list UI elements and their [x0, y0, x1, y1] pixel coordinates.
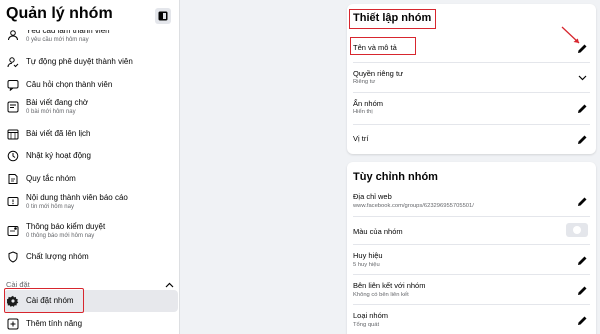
affiliations-label: Bên liên kết với nhóm: [353, 281, 426, 290]
pencil-icon[interactable]: [575, 194, 589, 208]
sidebar-item-sub: 0 bài mới hôm nay: [26, 109, 76, 115]
highlight-box-group-settings: [4, 288, 84, 313]
pencil-icon[interactable]: [575, 132, 589, 146]
sidebar-item-label: Tự động phê duyệt thành viên: [26, 57, 133, 66]
rules-icon: [6, 172, 20, 186]
sidebar-item-label: Bài viết đã lên lịch: [26, 129, 91, 138]
affiliations-row[interactable]: Bên liên kết với nhóm Không có bên liên …: [347, 275, 596, 303]
group-type-label: Loại nhóm: [353, 311, 389, 320]
sidebar-item-label: Câu hỏi chọn thành viên: [26, 80, 113, 89]
group-color-row[interactable]: Màu của nhóm: [347, 217, 596, 243]
hide-group-value: Hiển thị: [353, 109, 373, 115]
sidebar-item-member-questions[interactable]: Câu hỏi chọn thành viên: [6, 78, 174, 92]
badges-row[interactable]: Huy hiệu 5 huy hiệu: [347, 245, 596, 273]
sidebar-item-label: Nhật ký hoạt động: [26, 151, 91, 160]
sidebar-item-moderation-alerts[interactable]: Thông báo kiểm duyệt 0 thông báo mới hôm…: [6, 222, 174, 240]
name-description-row[interactable]: Tên và mô tả: [347, 34, 596, 60]
report-icon: [6, 195, 20, 209]
question-icon: [6, 78, 20, 92]
customize-group-title: Tùy chỉnh nhóm: [353, 171, 438, 183]
privacy-label: Quyền riêng tư: [353, 69, 404, 78]
pencil-icon[interactable]: [575, 101, 589, 115]
sidebar-item-activity-log[interactable]: Nhật ký hoạt động: [6, 149, 174, 163]
pencil-icon[interactable]: [575, 253, 589, 267]
group-settings-card: Thiết lập nhóm Tên và mô tả Quyền riêng …: [347, 4, 596, 154]
badges-value: 5 huy hiệu: [353, 262, 380, 268]
group-type-value: Tổng quát: [353, 322, 380, 328]
sidebar-item-label: Thêm tính năng: [26, 319, 83, 328]
privacy-row[interactable]: Quyền riêng tư Riêng tư: [347, 63, 596, 91]
sidebar-item-sub: 0 thông báo mới hôm nay: [26, 233, 95, 239]
location-row[interactable]: Vị trí: [347, 125, 596, 151]
sidebar-header: Quản lý nhóm: [0, 0, 179, 30]
web-address-value: www.facebook.com/groups/623296955705501/: [353, 203, 474, 209]
sidebar-item-sub: 0 yêu cầu mới hôm nay: [26, 37, 89, 43]
add-features-icon: [6, 317, 20, 331]
sidebar-item-label: Chất lượng nhóm: [26, 252, 89, 261]
color-swatch[interactable]: [566, 223, 588, 237]
sidebar-title: Quản lý nhóm: [6, 5, 113, 22]
hide-group-label: Ẩn nhóm: [353, 99, 384, 108]
sidebar-item-label: Nội dung thành viên báo cáo: [26, 193, 128, 202]
sidebar-item-label: Thông báo kiểm duyệt: [26, 222, 106, 231]
highlight-box-title: [349, 9, 436, 29]
sidebar: Yêu cầu làm thành viên 0 yêu cầu mới hôm…: [0, 0, 180, 334]
quality-icon: [6, 250, 20, 264]
sidebar-item-label: Quy tắc nhóm: [26, 174, 76, 183]
badges-label: Huy hiệu: [353, 251, 383, 260]
sidebar-item-group-quality[interactable]: Chất lượng nhóm: [6, 250, 174, 264]
hide-group-row[interactable]: Ẩn nhóm Hiển thị: [347, 93, 596, 123]
auto-approve-icon: [6, 55, 20, 69]
sidebar-item-add-features[interactable]: Thêm tính năng: [6, 317, 174, 331]
customize-group-card: Tùy chỉnh nhóm Địa chỉ web www.facebook.…: [347, 162, 596, 334]
collapse-sidebar-icon[interactable]: [155, 8, 171, 24]
highlight-box-name-description: [350, 37, 416, 55]
affiliations-value: Không có bên liên kết: [353, 292, 409, 298]
sidebar-item-pending-posts[interactable]: Bài viết đang chờ 0 bài mới hôm nay: [6, 98, 174, 116]
sidebar-item-member-reported[interactable]: Nội dung thành viên báo cáo 0 tin mới hô…: [6, 193, 174, 211]
sidebar-item-sub: 0 tin mới hôm nay: [26, 204, 74, 210]
privacy-value: Riêng tư: [353, 79, 376, 85]
pencil-icon[interactable]: [575, 313, 589, 327]
pencil-icon[interactable]: [575, 283, 589, 297]
activity-log-icon: [6, 149, 20, 163]
group-color-label: Màu của nhóm: [353, 227, 403, 236]
chevron-down-icon[interactable]: [575, 71, 589, 85]
web-address-row[interactable]: Địa chỉ web www.facebook.com/groups/6232…: [347, 187, 596, 215]
sidebar-item-label: Bài viết đang chờ: [26, 98, 89, 107]
group-type-row[interactable]: Loại nhóm Tổng quát: [347, 305, 596, 333]
sidebar-item-auto-approve[interactable]: Tự động phê duyệt thành viên: [6, 55, 174, 69]
web-address-label: Địa chỉ web: [353, 192, 392, 201]
sidebar-item-scheduled-posts[interactable]: Bài viết đã lên lịch: [6, 127, 174, 141]
annotation-arrow: [561, 26, 580, 44]
pending-posts-icon: [6, 100, 20, 114]
moderation-alert-icon: [6, 224, 20, 238]
sidebar-item-group-rules[interactable]: Quy tắc nhóm: [6, 172, 174, 186]
color-dot: [573, 226, 581, 234]
member-request-icon: [6, 28, 20, 42]
calendar-icon: [6, 127, 20, 141]
location-label: Vị trí: [353, 134, 369, 143]
